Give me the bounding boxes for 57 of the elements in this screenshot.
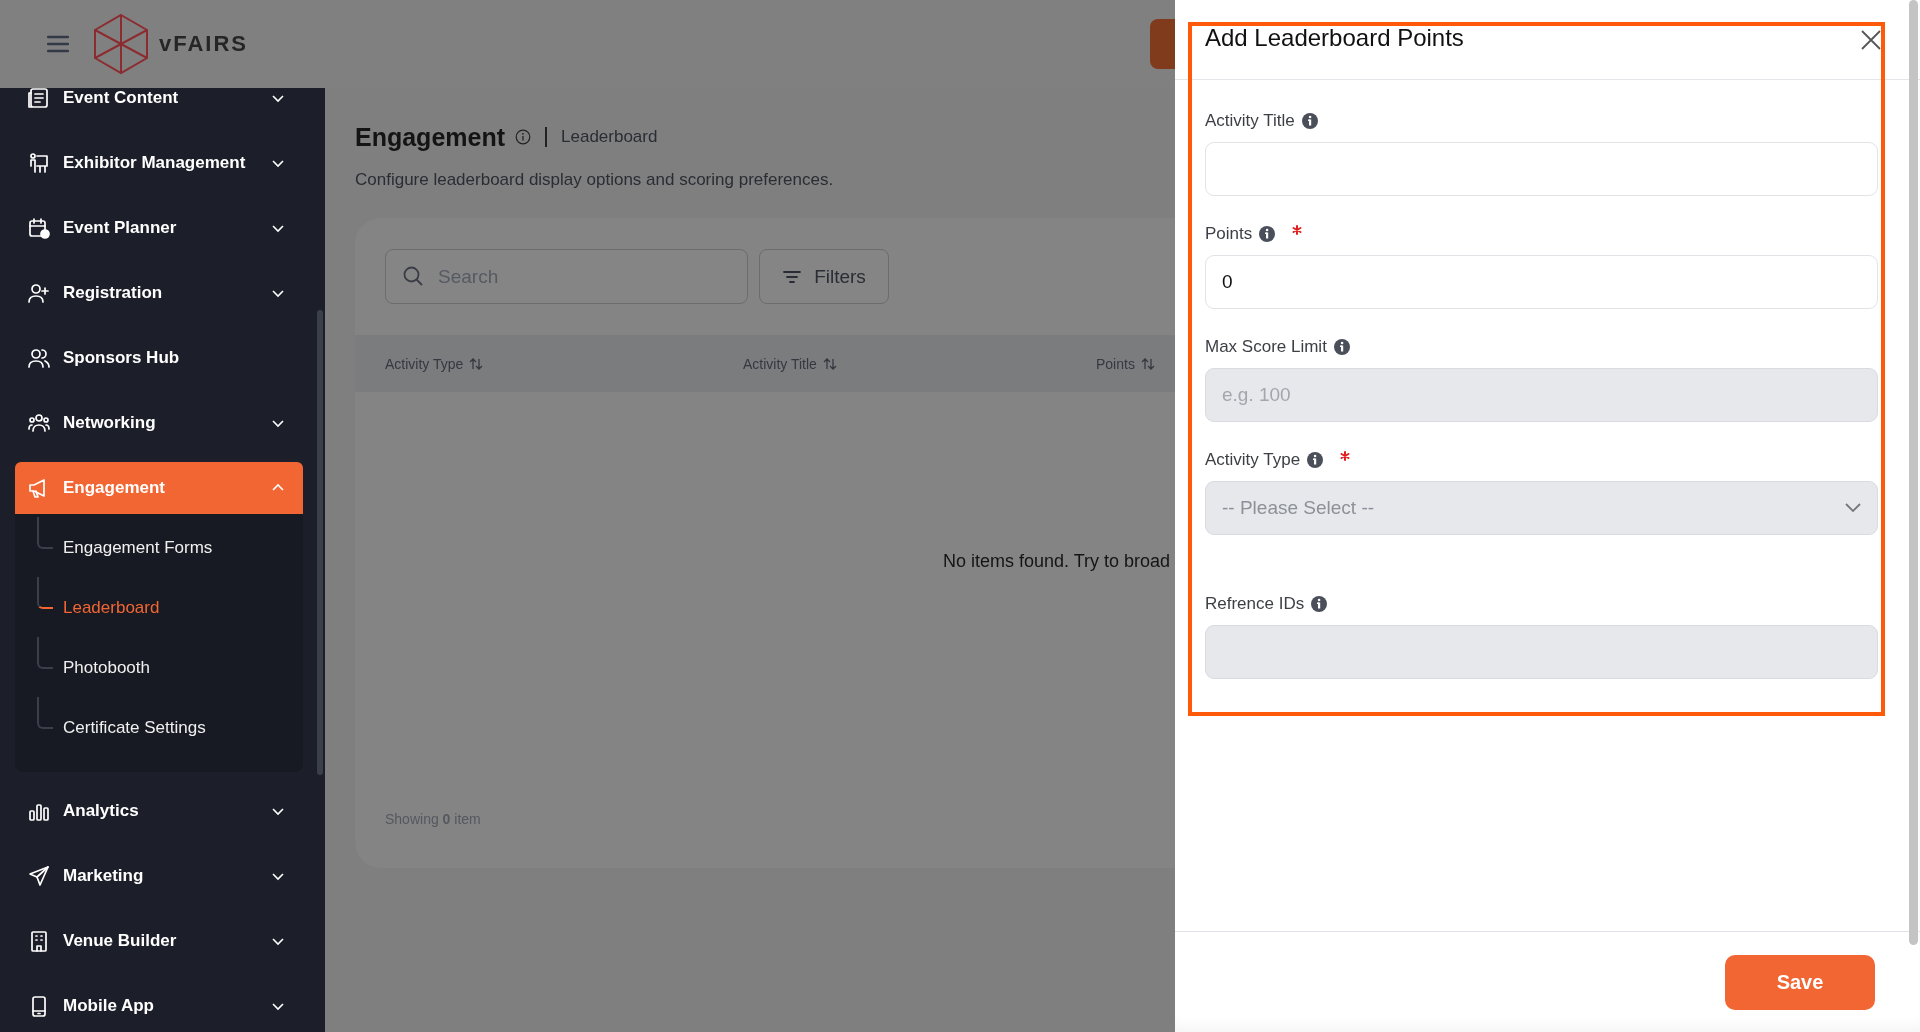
sort-icon <box>469 356 484 371</box>
empty-message: No items found. Try to broad <box>943 550 1171 572</box>
field-label: Activity Title <box>1205 111 1295 131</box>
sidebar-item[interactable]: Registration <box>15 267 303 319</box>
menu-icon[interactable] <box>47 35 69 53</box>
tree-connector <box>37 697 53 729</box>
logo-text: vFAIRS <box>159 31 249 57</box>
presenter-icon <box>28 152 50 174</box>
filters-button[interactable]: Filters <box>759 249 889 304</box>
sidebar-item[interactable]: Mobile App <box>15 980 303 1032</box>
tree-connector <box>37 517 53 549</box>
field-label: Activity Type <box>1205 450 1301 470</box>
submenu-item[interactable]: Engagement Forms <box>63 538 213 558</box>
page-description: Configure leaderboard display options and scoring preferences. <box>355 170 835 190</box>
submenu-item[interactable]: Photobooth <box>63 658 150 678</box>
sidebar-item[interactable]: Venue Builder <box>15 915 303 967</box>
group-icon <box>28 412 50 434</box>
sidebar-item[interactable]: Sponsors Hub <box>15 332 303 384</box>
sidebar-item[interactable]: Marketing <box>15 850 303 902</box>
submenu-item[interactable]: Certificate Settings <box>63 718 206 738</box>
sort-icon <box>1140 356 1155 371</box>
hexagon-logo-icon <box>93 13 149 75</box>
submenu-item[interactable]: Leaderboard <box>63 598 160 618</box>
field-label: Refrence IDs <box>1205 594 1305 614</box>
sidebar-item[interactable]: Event Content <box>15 88 303 124</box>
input-field[interactable]: 0 <box>1205 255 1878 309</box>
drawer-title: Add Leaderboard Points <box>1205 24 1465 52</box>
tree-connector <box>37 577 53 609</box>
filter-icon <box>782 268 803 285</box>
info-icon <box>1258 225 1277 243</box>
sidebar-item[interactable]: Exhibitor Management <box>15 137 303 189</box>
sort-icon <box>822 356 837 371</box>
users-icon <box>28 347 50 369</box>
tree-connector <box>37 637 53 669</box>
info-icon <box>1300 112 1319 130</box>
field-label: Points <box>1205 224 1253 244</box>
calendar-icon <box>28 217 50 239</box>
building-icon <box>28 930 50 952</box>
info-icon <box>1310 595 1329 613</box>
scrollbar[interactable] <box>1909 0 1918 945</box>
sidebar-item[interactable]: Analytics <box>15 785 303 837</box>
search-icon <box>403 266 423 286</box>
chevron-down-icon <box>1845 503 1861 513</box>
sidebar-item[interactable]: Networking <box>15 397 303 449</box>
info-icon[interactable] <box>515 129 532 145</box>
send-icon <box>28 865 50 887</box>
sidebar-item[interactable]: Event Planner <box>15 202 303 254</box>
input-field[interactable] <box>1205 142 1878 196</box>
info-icon <box>1306 451 1325 469</box>
field-label: Max Score Limit <box>1205 337 1327 357</box>
breadcrumb[interactable]: Leaderboard <box>561 127 658 147</box>
close-icon[interactable] <box>1860 29 1882 51</box>
scrollbar[interactable] <box>317 310 323 775</box>
add-user-icon <box>28 282 50 304</box>
document-icon <box>28 88 50 109</box>
info-icon <box>1332 338 1351 356</box>
page-title: Engagement <box>355 122 506 152</box>
